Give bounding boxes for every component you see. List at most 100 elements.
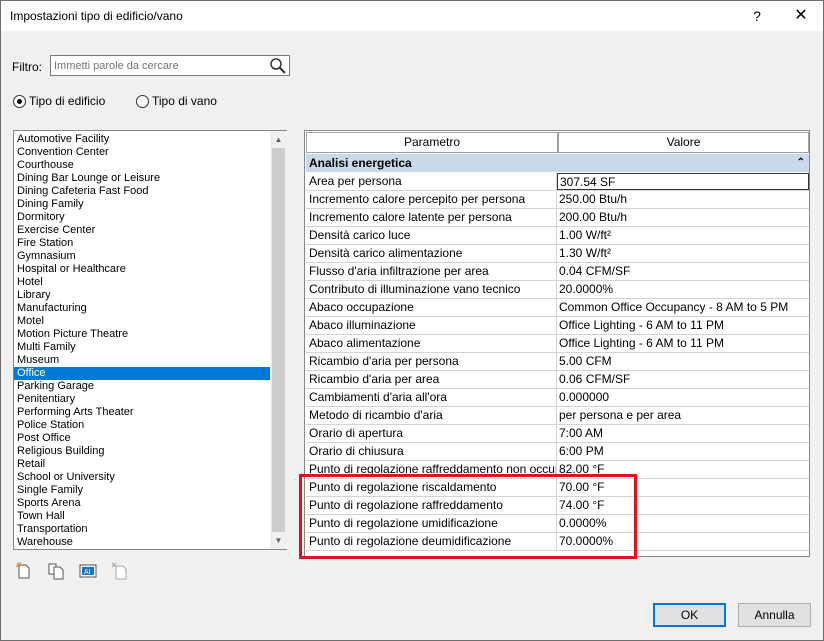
parameter-value[interactable]: 20.0000% [557,281,809,298]
list-item[interactable]: Gymnasium [14,250,270,263]
list-item[interactable]: Religious Building [14,445,270,458]
list-toolbar: AI [15,562,129,580]
list-item[interactable]: Motel [14,315,270,328]
parameter-value[interactable]: 1.30 W/ft² [557,245,809,262]
radio-building-type-label: Tipo di edificio [29,94,106,108]
list-item[interactable]: Hotel [14,276,270,289]
list-item[interactable]: Courthouse [14,159,270,172]
list-scrollbar[interactable]: ▲ ▼ [270,131,287,549]
group-title: Analisi energetica [309,156,412,170]
ok-button[interactable]: OK [653,603,726,627]
list-item[interactable]: Automotive Facility [14,133,270,146]
radio-space-type-label: Tipo di vano [152,94,217,108]
parameter-name: Flusso d'aria infiltrazione per area [306,263,557,280]
list-item[interactable]: Manufacturing [14,302,270,315]
scroll-down-icon[interactable]: ▼ [270,532,287,549]
list-item[interactable]: Dining Cafeteria Fast Food [14,185,270,198]
parameter-name: Contributo di illuminazione vano tecnico [306,281,557,298]
filter-input[interactable] [52,57,264,74]
table-row: Incremento calore percepito per persona 2… [306,191,809,209]
list-item[interactable]: Library [14,289,270,302]
list-item[interactable]: Town Hall [14,510,270,523]
search-icon[interactable] [269,57,287,74]
list-item[interactable]: Transportation [14,523,270,536]
building-type-items: Automotive Facility Convention Center Cour… [14,133,270,549]
list-item[interactable]: Dormitory [14,211,270,224]
table-row: Ricambio d'aria per persona 5.00 CFM [306,353,809,371]
collapse-icon[interactable]: ⌃ [797,154,805,172]
table-row: Incremento calore latente per persona 200… [306,209,809,227]
radio-building-type[interactable]: Tipo di edificio [13,94,105,108]
table-row: Contributo di illuminazione vano tecnico… [306,281,809,299]
parameter-value[interactable]: 1.00 W/ft² [557,227,809,244]
parameter-name: Abaco occupazione [306,299,557,316]
list-item[interactable]: Convention Center [14,146,270,159]
annotation-highlight-box [299,474,637,559]
list-item[interactable]: Retail [14,458,270,471]
rename-icon[interactable]: AI [79,562,97,580]
list-item[interactable]: Single Family [14,484,270,497]
list-item[interactable]: Dining Bar Lounge or Leisure [14,172,270,185]
list-item[interactable]: Police Station [14,419,270,432]
parameter-value[interactable]: 200.00 Btu/h [557,209,809,226]
radio-button-unchecked[interactable] [136,94,149,108]
list-item[interactable]: Sports Arena [14,497,270,510]
list-item[interactable]: Office [14,367,270,380]
parameter-value[interactable]: 5.00 CFM [557,353,809,370]
list-item[interactable]: Exercise Center [14,224,270,237]
parameter-name: Metodo di ricambio d'aria [306,407,557,424]
table-row: Flusso d'aria infiltrazione per area 0.04… [306,263,809,281]
parameter-value[interactable]: 250.00 Btu/h [557,191,809,208]
group-header-energy-analysis[interactable]: Analisi energetica ⌃ [306,154,809,172]
dialog-title: Impostazioni tipo di edificio/vano [10,9,183,23]
svg-text:AI: AI [84,569,91,576]
radio-space-type[interactable]: Tipo di vano [136,94,217,108]
parameter-value[interactable]: 6:00 PM [557,443,809,460]
parameter-value[interactable]: 7:00 AM [557,425,809,442]
list-item[interactable]: Fire Station [14,237,270,250]
duplicate-icon[interactable] [47,562,65,580]
radio-button-checked[interactable] [13,94,26,108]
column-header-parameter[interactable]: Parametro [306,132,558,153]
parameter-name: Cambiamenti d'aria all'ora [306,389,557,406]
delete-icon[interactable] [111,562,129,580]
parameter-value[interactable]: Common Office Occupancy - 8 AM to 5 PM [557,299,809,316]
list-item[interactable]: Motion Picture Theatre [14,328,270,341]
close-button[interactable]: ✕ [789,4,813,28]
parameter-value[interactable]: 0.06 CFM/SF [557,371,809,388]
list-item[interactable]: Multi Family [14,341,270,354]
parameter-value[interactable]: 0.04 CFM/SF [557,263,809,280]
table-row: Abaco illuminazione Office Lighting - 6 A… [306,317,809,335]
parameter-value[interactable]: Office Lighting - 6 AM to 11 PM [557,335,809,352]
list-item[interactable]: Post Office [14,432,270,445]
parameter-name: Orario di apertura [306,425,557,442]
table-row: Orario di chiusura 6:00 PM [306,443,809,461]
cancel-button[interactable]: Annulla [738,603,811,627]
help-button[interactable]: ? [745,4,769,28]
parameter-value[interactable]: 307.54 SF [557,173,809,190]
building-type-list[interactable]: Automotive Facility Convention Center Cour… [13,130,287,550]
parameter-name: Abaco alimentazione [306,335,557,352]
table-row: Ricambio d'aria per area 0.06 CFM/SF [306,371,809,389]
column-header-value[interactable]: Valore [558,132,809,153]
scroll-up-icon[interactable]: ▲ [270,131,287,148]
list-item[interactable]: Penitentiary [14,393,270,406]
table-row: Cambiamenti d'aria all'ora 0.000000 [306,389,809,407]
list-item[interactable]: Dining Family [14,198,270,211]
table-row: Abaco occupazione Common Office Occupancy… [306,299,809,317]
scroll-thumb[interactable] [272,148,285,532]
table-row: Abaco alimentazione Office Lighting - 6 A… [306,335,809,353]
parameter-name: Incremento calore percepito per persona [306,191,557,208]
parameter-value[interactable]: Office Lighting - 6 AM to 11 PM [557,317,809,334]
list-item[interactable]: Hospital or Healthcare [14,263,270,276]
parameter-name: Densità carico luce [306,227,557,244]
list-item[interactable]: School or University [14,471,270,484]
list-item[interactable]: Performing Arts Theater [14,406,270,419]
parameter-name: Densità carico alimentazione [306,245,557,262]
new-type-icon[interactable] [15,562,33,580]
parameter-value[interactable]: per persona e per area [557,407,809,424]
list-item[interactable]: Parking Garage [14,380,270,393]
list-item[interactable]: Warehouse [14,536,270,549]
list-item[interactable]: Museum [14,354,270,367]
parameter-value[interactable]: 0.000000 [557,389,809,406]
